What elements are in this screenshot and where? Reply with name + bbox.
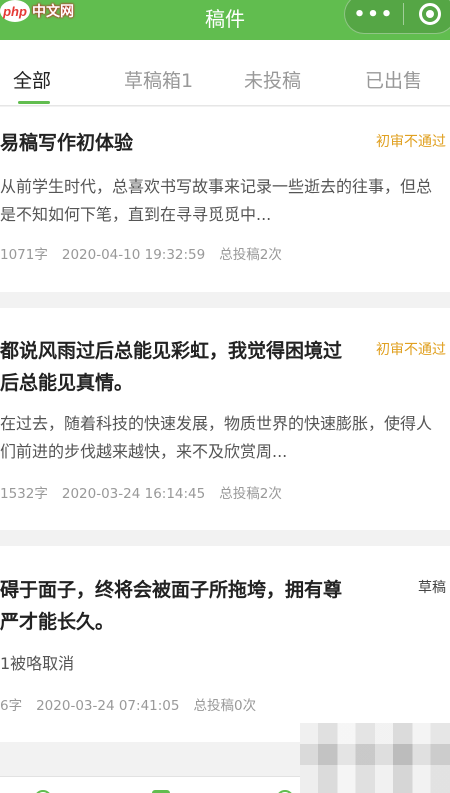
article-date: 2020-04-10 19:32:59 (61, 247, 206, 263)
status-badge: 草稿 (418, 580, 446, 596)
article-card[interactable]: 碍于面子，终将会被面子所拖垮，拥有尊严才能长久。 草稿 1被咯取消 6字 2020… (0, 546, 450, 742)
tab-sold[interactable]: 已出售 (365, 66, 422, 93)
blurred-overlay (300, 723, 450, 793)
article-title[interactable]: 碍于面子，终将会被面子所拖垮，拥有尊严才能长久。 (0, 574, 345, 638)
article-meta: 6字 2020-03-24 07:41:05 总投稿0次 (0, 694, 270, 714)
article-card[interactable]: 易稿写作初体验 初审不通过 从前学生时代，总喜欢书写故事来记录一些逝去的往事，但… (0, 107, 450, 292)
article-excerpt: 在过去，随着科技的快速发展，物质世界的快速膨胀，使得人们前进的步伐越来越快，来不… (0, 414, 433, 461)
word-count: 1532字 (0, 486, 48, 502)
target-circle-icon (418, 3, 441, 25)
close-miniprogram-button[interactable] (404, 3, 450, 25)
word-count: 6字 (0, 698, 23, 714)
active-tab-indicator (18, 101, 50, 104)
tab-bar: 全部 草稿箱1 未投稿 已出售 (0, 40, 450, 106)
article-date: 2020-03-24 16:14:45 (61, 486, 206, 502)
tab-drafts[interactable]: 草稿箱1 (124, 66, 193, 93)
tab-unsubmitted[interactable]: 未投稿 (244, 66, 301, 93)
article-excerpt: 从前学生时代，总喜欢书写故事来记录一些逝去的往事，但总是不知如何下笔，直到在寻寻… (0, 177, 433, 224)
miniprogram-capsule: ••• (344, 0, 450, 34)
article-title[interactable]: 易稿写作初体验 (0, 127, 345, 159)
status-badge: 初审不通过 (376, 342, 446, 358)
article-excerpt: 1被咯取消 (0, 654, 75, 673)
status-badge: 初审不通过 (376, 134, 446, 150)
submission-count: 总投稿2次 (219, 486, 282, 502)
app-header: php 中文网 稿件 ••• (0, 0, 450, 40)
submission-count: 总投稿0次 (193, 698, 257, 714)
more-menu-button[interactable]: ••• (345, 4, 403, 25)
submission-count: 总投稿2次 (219, 247, 282, 263)
article-meta: 1071字 2020-04-10 19:32:59 总投稿2次 (0, 243, 296, 263)
word-count: 1071字 (0, 247, 48, 263)
article-title[interactable]: 都说风雨过后总能见彩虹，我觉得困境过后总能见真情。 (0, 335, 345, 399)
article-date: 2020-03-24 07:41:05 (36, 698, 180, 714)
tab-all[interactable]: 全部 (13, 66, 51, 93)
article-card[interactable]: 都说风雨过后总能见彩虹，我觉得困境过后总能见真情。 初审不通过 在过去，随着科技… (0, 308, 450, 530)
article-meta: 1532字 2020-03-24 16:14:45 总投稿2次 (0, 482, 296, 502)
